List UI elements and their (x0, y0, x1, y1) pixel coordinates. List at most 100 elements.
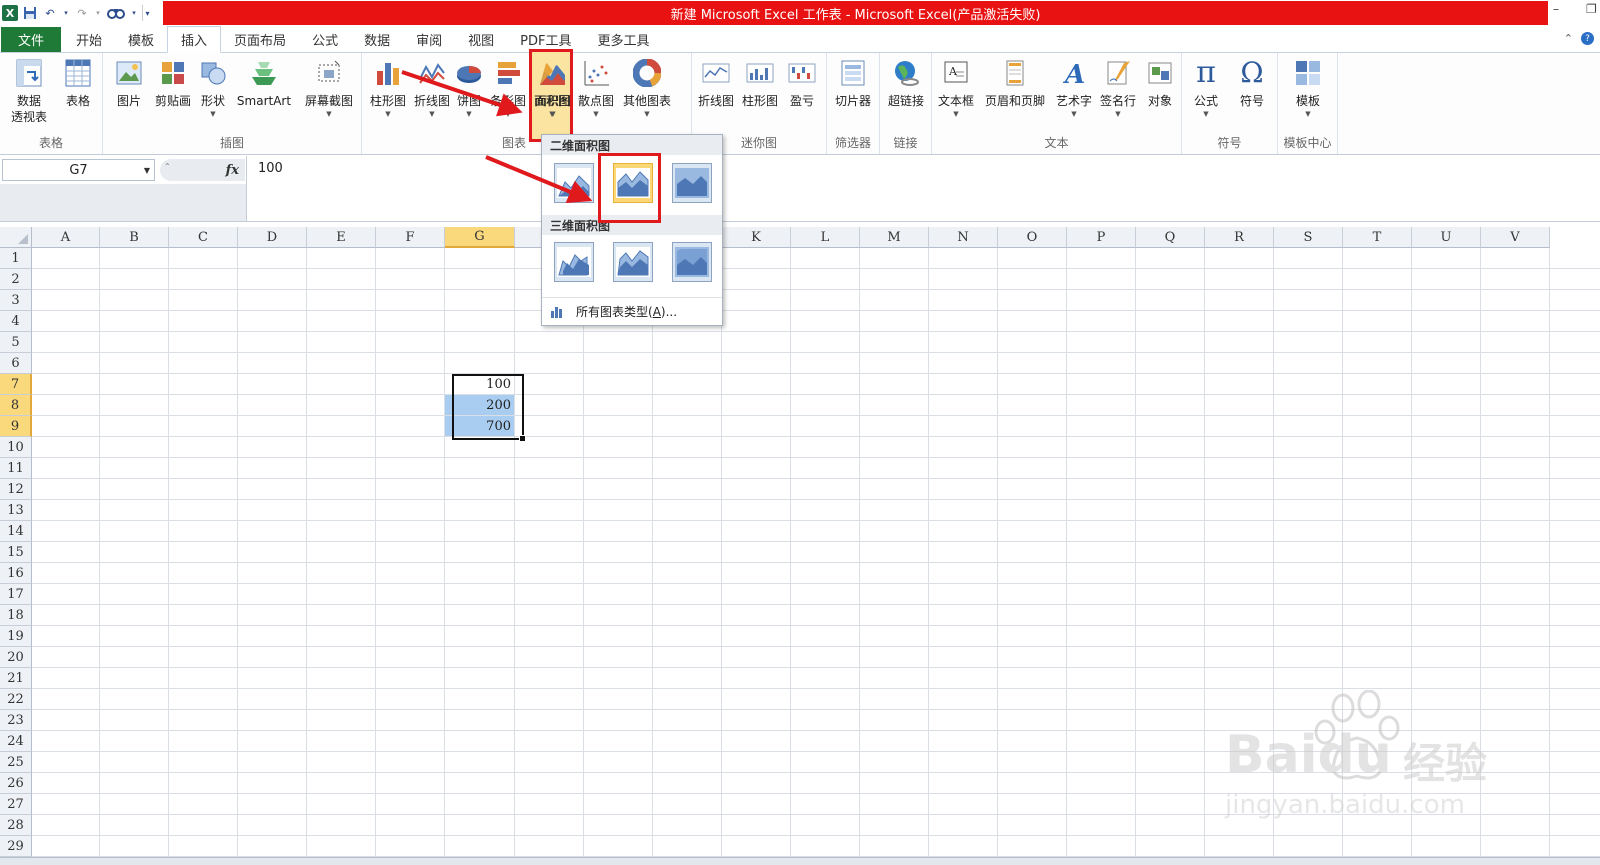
row-header-16[interactable]: 16 (0, 563, 32, 584)
row-header-20[interactable]: 20 (0, 647, 32, 668)
column-header-k[interactable]: K (722, 227, 791, 248)
screenshot-button[interactable]: 屏幕截图 ▼ (299, 57, 359, 119)
other-charts-dropdown-icon[interactable]: ▼ (644, 109, 649, 119)
clipart-button[interactable]: 剪贴画 (151, 57, 195, 109)
formula-expand-icon[interactable]: ⌃ (164, 162, 171, 171)
row-header-18[interactable]: 18 (0, 605, 32, 626)
row-header-2[interactable]: 2 (0, 269, 32, 290)
column-header-v[interactable]: V (1481, 227, 1550, 248)
tab-more-tools[interactable]: 更多工具 (584, 27, 662, 52)
textbox-dropdown-icon[interactable]: ▼ (953, 109, 958, 119)
row-header-8[interactable]: 8 (0, 395, 32, 416)
tab-file[interactable]: 文件 (1, 27, 61, 52)
tab-formulas[interactable]: 公式 (299, 27, 351, 52)
column-header-o[interactable]: O (998, 227, 1067, 248)
area-option-3d-100-stacked-area[interactable] (672, 242, 712, 282)
undo-dropdown-icon[interactable]: ▾ (62, 5, 70, 21)
pie-chart-dropdown-icon[interactable]: ▼ (466, 109, 471, 119)
column-header-q[interactable]: Q (1136, 227, 1205, 248)
tab-home[interactable]: 开始 (63, 27, 115, 52)
pie-chart-button[interactable]: 饼图 ▼ (454, 57, 484, 119)
equation-button[interactable]: π 公式 ▼ (1184, 57, 1228, 119)
sparkline-winloss-button[interactable]: 盈亏 (784, 57, 820, 109)
minimize-button[interactable]: – (1553, 2, 1559, 16)
column-header-b[interactable]: B (100, 227, 169, 248)
column-header-c[interactable]: C (169, 227, 238, 248)
tab-review[interactable]: 审阅 (403, 27, 455, 52)
column-header-m[interactable]: M (860, 227, 929, 248)
row-header-29[interactable]: 29 (0, 836, 32, 857)
wordart-dropdown-icon[interactable]: ▼ (1071, 109, 1076, 119)
tab-insert[interactable]: 插入 (167, 26, 222, 53)
redo-dropdown-icon[interactable]: ▾ (94, 5, 102, 21)
area-chart-button-active[interactable]: 面积图 ▼ (532, 57, 572, 119)
tab-view[interactable]: 视图 (455, 27, 507, 52)
row-header-27[interactable]: 27 (0, 794, 32, 815)
undo-icon[interactable]: ↶ (42, 5, 58, 21)
row-header-4[interactable]: 4 (0, 311, 32, 332)
area-option-3d-area[interactable] (554, 242, 594, 282)
row-header-22[interactable]: 22 (0, 689, 32, 710)
column-header-e[interactable]: E (307, 227, 376, 248)
tab-data[interactable]: 数据 (351, 27, 403, 52)
row-header-17[interactable]: 17 (0, 584, 32, 605)
row-header-12[interactable]: 12 (0, 479, 32, 500)
slicer-button[interactable]: 切片器 (831, 57, 875, 109)
sparkline-line-button[interactable]: 折线图 (694, 57, 738, 109)
area-option-3d-stacked-area[interactable] (613, 242, 653, 282)
save-icon[interactable] (22, 5, 38, 21)
pivot-table-button[interactable]: 数据 透视表 (4, 57, 54, 125)
row-header-28[interactable]: 28 (0, 815, 32, 836)
column-header-u[interactable]: U (1412, 227, 1481, 248)
column-header-d[interactable]: D (238, 227, 307, 248)
redo-icon[interactable]: ↷ (74, 5, 90, 21)
column-header-g[interactable]: G (445, 227, 515, 248)
column-chart-dropdown-icon[interactable]: ▼ (385, 109, 390, 119)
row-header-23[interactable]: 23 (0, 710, 32, 731)
cell-g7[interactable]: 100 (445, 374, 514, 394)
row-header-5[interactable]: 5 (0, 332, 32, 353)
find-icon[interactable] (106, 5, 126, 21)
column-header-p[interactable]: P (1067, 227, 1136, 248)
area-option-2d-area[interactable] (554, 163, 594, 203)
scatter-chart-button[interactable]: 散点图 ▼ (574, 57, 618, 119)
restore-button[interactable]: ❐ (1586, 2, 1597, 16)
row-header-10[interactable]: 10 (0, 437, 32, 458)
column-header-f[interactable]: F (376, 227, 445, 248)
row-header-7[interactable]: 7 (0, 374, 32, 395)
bar-chart-button[interactable]: 条形图 ▼ (486, 57, 530, 119)
row-header-21[interactable]: 21 (0, 668, 32, 689)
formula-input[interactable]: 100 (258, 161, 283, 176)
template-button[interactable]: 模板 ▼ (1286, 57, 1330, 119)
object-button[interactable]: 对象 (1142, 57, 1178, 109)
worksheet-grid[interactable]: ABCDEFGHIJKLMNOPQRSTUV123456789101112131… (0, 227, 1600, 857)
select-all-corner[interactable] (0, 227, 32, 248)
row-header-26[interactable]: 26 (0, 773, 32, 794)
name-box-dropdown-icon[interactable]: ▼ (144, 166, 150, 175)
wordart-button[interactable]: A 艺术字 ▼ (1052, 57, 1096, 119)
textbox-button[interactable]: A 文本框 ▼ (934, 57, 978, 119)
sparkline-column-button[interactable]: 柱形图 (738, 57, 782, 109)
signature-line-button[interactable]: 签名行 ▼ (1096, 57, 1140, 119)
row-header-11[interactable]: 11 (0, 458, 32, 479)
column-chart-button[interactable]: 柱形图 ▼ (366, 57, 410, 119)
cell-g8[interactable]: 200 (445, 395, 514, 415)
help-icon[interactable]: ? (1581, 32, 1594, 45)
row-header-6[interactable]: 6 (0, 353, 32, 374)
area-option-stacked-area[interactable] (613, 163, 653, 203)
name-box[interactable]: G7 ▼ (2, 159, 155, 181)
insert-function-button[interactable]: fx (160, 159, 245, 181)
column-header-t[interactable]: T (1343, 227, 1412, 248)
screenshot-dropdown-icon[interactable]: ▼ (326, 109, 331, 119)
bar-chart-dropdown-icon[interactable]: ▼ (505, 109, 510, 119)
hyperlink-button[interactable]: 超链接 (884, 57, 928, 109)
column-header-l[interactable]: L (791, 227, 860, 248)
smartart-button[interactable]: SmartArt (233, 57, 295, 109)
line-chart-dropdown-icon[interactable]: ▼ (429, 109, 434, 119)
line-chart-button[interactable]: 折线图 ▼ (410, 57, 454, 119)
column-header-a[interactable]: A (32, 227, 100, 248)
column-header-r[interactable]: R (1205, 227, 1274, 248)
shapes-dropdown-icon[interactable]: ▼ (210, 109, 215, 119)
row-header-14[interactable]: 14 (0, 521, 32, 542)
column-header-s[interactable]: S (1274, 227, 1343, 248)
